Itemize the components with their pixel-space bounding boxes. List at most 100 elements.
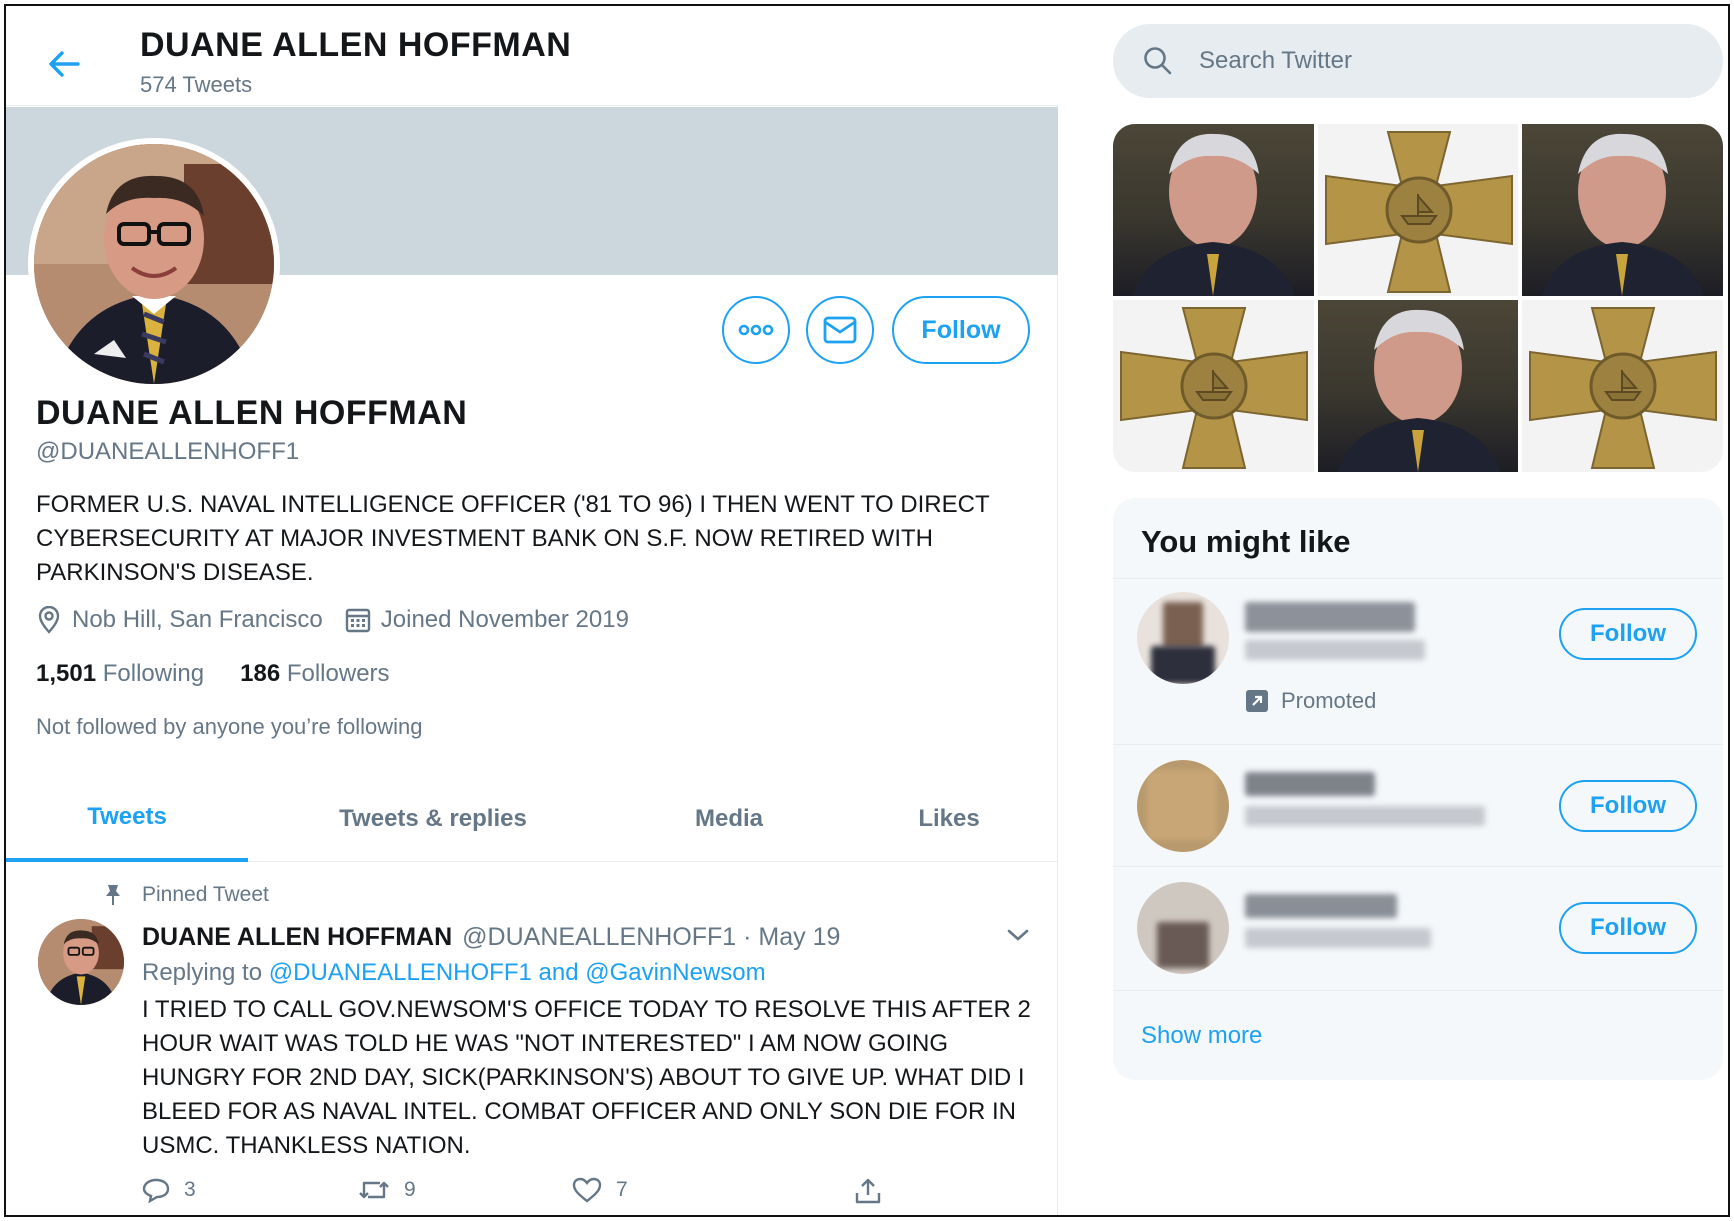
blurred-handle bbox=[1245, 640, 1425, 660]
divider bbox=[1113, 744, 1723, 745]
share-icon bbox=[854, 1177, 882, 1205]
profile-name: DUANE ALLEN HOFFMAN bbox=[36, 394, 468, 432]
follow-button[interactable]: Follow bbox=[892, 296, 1030, 364]
replying-prefix: Replying to bbox=[142, 959, 263, 986]
you-might-like-title: You might like bbox=[1141, 524, 1351, 559]
tweet-count: 574 Tweets bbox=[140, 72, 253, 97]
medal-image bbox=[1120, 307, 1308, 469]
blurred-handle bbox=[1245, 806, 1485, 826]
share-button[interactable] bbox=[854, 1177, 896, 1205]
not-followed-note: Not followed by anyone you’re following bbox=[36, 714, 423, 739]
suggestion-avatar[interactable] bbox=[1137, 882, 1229, 974]
follow-suggestion-button[interactable]: Follow bbox=[1559, 608, 1697, 660]
tweet-text: I TRIED TO CALL GOV.NEWSOM'S OFFICE TODA… bbox=[142, 996, 1031, 1159]
profile-column: DUANE ALLEN HOFFMAN 574 Tweets Follow DU… bbox=[6, 6, 1058, 1215]
blurred-handle bbox=[1245, 928, 1431, 948]
profile-photo bbox=[34, 144, 274, 384]
followers-link[interactable]: 186 Followers bbox=[240, 660, 389, 688]
search-icon bbox=[1143, 46, 1173, 76]
profile-header-bar: DUANE ALLEN HOFFMAN 574 Tweets bbox=[6, 6, 1058, 106]
media-thumbnail[interactable] bbox=[1113, 124, 1314, 296]
tab-media[interactable]: Media bbox=[618, 776, 840, 862]
tweet-author-avatar[interactable] bbox=[38, 919, 124, 1005]
follow-suggestion-button[interactable]: Follow bbox=[1559, 780, 1697, 832]
message-button[interactable] bbox=[806, 296, 874, 364]
heart-icon bbox=[572, 1177, 602, 1203]
face-photo bbox=[1542, 133, 1705, 296]
profile-handle: @DUANEALLENHOFF1 bbox=[36, 438, 300, 465]
twitter-profile-window: DUANE ALLEN HOFFMAN 574 Tweets Follow DU… bbox=[4, 4, 1730, 1217]
pinned-tweet[interactable]: Pinned Tweet DUANE ALLEN HOFFMAN @DUANEA… bbox=[6, 863, 1058, 1215]
you-might-like-panel: You might like Promoted Follow Follow Fo… bbox=[1113, 498, 1723, 1080]
medal-image bbox=[1529, 307, 1718, 469]
divider bbox=[1113, 866, 1723, 867]
location-text: Nob Hill, San Francisco bbox=[72, 606, 323, 633]
following-count: 1,501 bbox=[36, 660, 97, 687]
tab-tweets-replies[interactable]: Tweets & replies bbox=[248, 776, 618, 862]
tweet-actions: 3 9 7 bbox=[142, 1177, 902, 1211]
promoted-icon bbox=[1245, 689, 1269, 713]
following-link[interactable]: 1,501 Following bbox=[36, 660, 204, 688]
profile-stats: 1,501 Following 186 Followers bbox=[36, 660, 426, 688]
envelope-icon bbox=[823, 316, 857, 344]
media-thumbnail[interactable] bbox=[1522, 300, 1723, 472]
reply-button[interactable]: 3 bbox=[142, 1177, 196, 1203]
profile-bio: FORMER U.S. NAVAL INTELLIGENCE OFFICER (… bbox=[36, 491, 990, 586]
suggestion-avatar[interactable] bbox=[1137, 592, 1229, 684]
tweet-author-name[interactable]: DUANE ALLEN HOFFMAN bbox=[142, 923, 452, 952]
profile-location: Nob Hill, San Francisco bbox=[36, 606, 323, 634]
retweet-button[interactable]: 9 bbox=[358, 1177, 416, 1203]
suggestion-item[interactable]: Follow bbox=[1113, 868, 1723, 990]
follow-suggestion-button[interactable]: Follow bbox=[1559, 902, 1697, 954]
search-input[interactable] bbox=[1199, 47, 1679, 75]
pin-icon bbox=[102, 883, 126, 907]
pinned-label: Pinned Tweet bbox=[102, 883, 269, 907]
header-title: DUANE ALLEN HOFFMAN bbox=[140, 26, 572, 64]
profile-meta: Nob Hill, San Francisco Joined November … bbox=[36, 606, 651, 634]
reply-icon bbox=[142, 1177, 170, 1203]
blurred-name bbox=[1245, 602, 1415, 632]
promoted-text: Promoted bbox=[1281, 688, 1377, 713]
show-more-link[interactable]: Show more bbox=[1141, 1022, 1262, 1050]
profile-joined: Joined November 2019 bbox=[345, 606, 629, 634]
tweet-author-meta[interactable]: @DUANEALLENHOFF1 · May 19 bbox=[462, 923, 840, 952]
back-button[interactable] bbox=[44, 44, 84, 84]
tweet-header: DUANE ALLEN HOFFMAN @DUANEALLENHOFF1 · M… bbox=[142, 923, 840, 952]
profile-tabs: Tweets Tweets & replies Media Likes bbox=[6, 776, 1058, 862]
more-options-icon bbox=[738, 324, 774, 336]
media-thumbnail[interactable] bbox=[1522, 124, 1723, 296]
location-pin-icon bbox=[36, 606, 62, 634]
blurred-name bbox=[1245, 894, 1397, 918]
tab-likes[interactable]: Likes bbox=[840, 776, 1058, 862]
retweet-icon bbox=[358, 1177, 390, 1203]
like-count: 7 bbox=[616, 1178, 628, 1201]
face-photo bbox=[1337, 309, 1500, 472]
suggestion-item[interactable]: Promoted Follow bbox=[1113, 580, 1723, 744]
medal-image bbox=[1324, 131, 1513, 293]
media-thumbnail[interactable] bbox=[1317, 124, 1519, 296]
following-label: Following bbox=[102, 660, 205, 687]
tab-tweets[interactable]: Tweets bbox=[6, 776, 248, 862]
divider bbox=[1113, 578, 1723, 579]
like-button[interactable]: 7 bbox=[572, 1177, 628, 1203]
followers-count: 186 bbox=[240, 660, 281, 687]
promoted-label: Promoted bbox=[1245, 688, 1376, 714]
replying-to-links[interactable]: @DUANEALLENHOFF1 and @GavinNewsom bbox=[269, 959, 766, 986]
followers-label: Followers bbox=[286, 660, 390, 687]
retweet-count: 9 bbox=[404, 1178, 416, 1201]
media-thumbnail[interactable] bbox=[1317, 300, 1519, 472]
face-photo bbox=[1133, 133, 1295, 296]
tweet-menu-button[interactable] bbox=[1006, 927, 1030, 948]
media-thumbnail[interactable] bbox=[1113, 300, 1314, 472]
profile-media-grid bbox=[1113, 124, 1723, 472]
search-box[interactable] bbox=[1113, 24, 1723, 98]
right-sidebar: You might like Promoted Follow bbox=[1059, 6, 1728, 1215]
blurred-name bbox=[1245, 772, 1375, 796]
profile-avatar[interactable] bbox=[28, 138, 280, 390]
suggestion-avatar[interactable] bbox=[1137, 760, 1229, 852]
more-options-button[interactable] bbox=[722, 296, 790, 364]
pinned-text: Pinned Tweet bbox=[142, 883, 269, 906]
suggestion-item[interactable]: Follow bbox=[1113, 746, 1723, 866]
calendar-icon bbox=[345, 607, 371, 633]
divider bbox=[1113, 990, 1723, 991]
